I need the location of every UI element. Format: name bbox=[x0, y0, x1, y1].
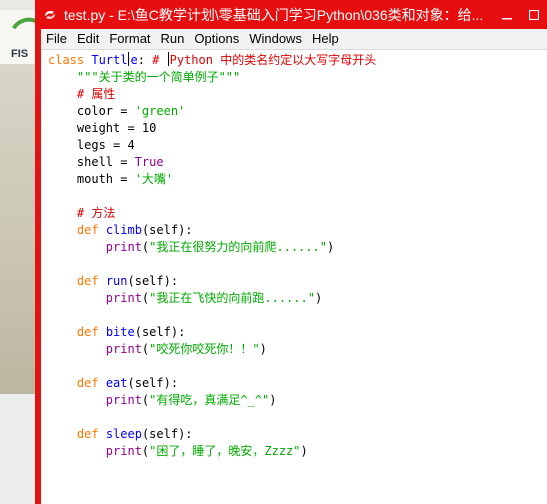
menu-windows[interactable]: Windows bbox=[244, 29, 307, 49]
keyword-class: class bbox=[48, 53, 85, 67]
title-bar[interactable]: test.py - E:\鱼C教学计划\零基础入门学习Python\036类和对… bbox=[35, 0, 547, 29]
print-close: ) bbox=[326, 240, 335, 254]
print-builtin: print bbox=[105, 342, 142, 356]
text-cursor-secondary bbox=[167, 52, 169, 66]
code-line: # 属性 bbox=[48, 86, 376, 103]
print-close: ) bbox=[269, 393, 277, 407]
docstring: """关于类的一个简单例子""" bbox=[76, 70, 241, 84]
color-value: 'green' bbox=[134, 104, 186, 118]
method-name-eat: eat bbox=[98, 376, 128, 390]
shell-assign: shell = bbox=[76, 155, 135, 169]
method-name-bite: bite bbox=[98, 325, 135, 339]
idle-editor-window: test.py - E:\鱼C教学计划\零基础入门学习Python\036类和对… bbox=[35, 0, 547, 504]
weight-assign: weight = 10 bbox=[76, 121, 157, 135]
code-line: legs = 4 bbox=[48, 137, 376, 154]
code-line: shell = True bbox=[48, 154, 376, 171]
maximize-icon[interactable] bbox=[520, 0, 547, 29]
print-builtin: print bbox=[105, 393, 142, 407]
code-line: print("我正在很努力的向前爬......") bbox=[105, 240, 335, 254]
menu-edit[interactable]: Edit bbox=[72, 29, 104, 49]
code-line: print("咬死你咬死你！！") bbox=[105, 342, 267, 356]
code-line: print("困了，睡了，晚安，Zzzz") bbox=[105, 444, 308, 458]
keyword-def: def bbox=[76, 427, 99, 441]
mouth-value: '大嘴' bbox=[134, 172, 174, 186]
print-string-climb: "我正在很努力的向前爬......" bbox=[149, 240, 327, 254]
code-line: def bite(self): bbox=[48, 324, 376, 341]
code-line: """关于类的一个简单例子""" bbox=[48, 69, 376, 86]
class-comment: Python 中的类名约定以大写字母开头 bbox=[169, 53, 377, 67]
method-signature: (self): bbox=[141, 223, 193, 237]
menu-run[interactable]: Run bbox=[156, 29, 190, 49]
method-signature: (self): bbox=[141, 427, 193, 441]
menu-format[interactable]: Format bbox=[104, 29, 155, 49]
code-line: def sleep(self): bbox=[48, 426, 376, 443]
print-close: ) bbox=[314, 291, 323, 305]
code-line: print("我正在飞快的向前跑......") bbox=[105, 291, 323, 305]
code-line: class Turtl e: # Python 中的类名约定以大写字母开头 bbox=[48, 52, 376, 69]
class-colon: : bbox=[137, 53, 153, 67]
keyword-def: def bbox=[76, 223, 99, 237]
print-string-run: "我正在飞快的向前跑......" bbox=[149, 291, 315, 305]
menu-options[interactable]: Options bbox=[189, 29, 244, 49]
method-name-climb: climb bbox=[98, 223, 142, 237]
methods-comment: # 方法 bbox=[76, 206, 116, 220]
code-editor[interactable]: class Turtl e: # Python 中的类名约定以大写字母开头 """… bbox=[41, 50, 547, 504]
class-comment-hash: # bbox=[152, 53, 167, 67]
mouth-assign: mouth = bbox=[76, 172, 135, 186]
code-line: def eat(self): bbox=[48, 375, 376, 392]
print-close: ) bbox=[259, 342, 267, 356]
keyword-def: def bbox=[76, 274, 99, 288]
print-string-sleep: "困了，睡了，晚安，Zzzz" bbox=[149, 444, 301, 458]
python-idle-icon bbox=[42, 7, 58, 23]
keyword-def: def bbox=[76, 325, 99, 339]
menu-help[interactable]: Help bbox=[307, 29, 344, 49]
print-builtin: print bbox=[105, 240, 142, 254]
attributes-comment: # 属性 bbox=[76, 87, 116, 101]
menu-file[interactable]: File bbox=[41, 29, 72, 49]
code-text: class Turtl e: # Python 中的类名约定以大写字母开头 """… bbox=[48, 52, 376, 460]
print-close: ) bbox=[300, 444, 308, 458]
method-name-sleep: sleep bbox=[98, 427, 142, 441]
color-assign: color = bbox=[76, 104, 135, 118]
class-name-end: e bbox=[130, 53, 138, 67]
print-string-eat: "有得吃，真满足^_^" bbox=[149, 393, 270, 407]
keyword-def: def bbox=[76, 376, 99, 390]
window-controls bbox=[493, 0, 547, 29]
print-builtin: print bbox=[105, 444, 142, 458]
logo-text: FIS bbox=[11, 48, 29, 60]
shell-value: True bbox=[134, 155, 164, 169]
code-line: # 方法 bbox=[48, 205, 376, 222]
print-string-bite: "咬死你咬死你！！" bbox=[149, 342, 260, 356]
print-builtin: print bbox=[105, 291, 142, 305]
method-signature: (self): bbox=[134, 325, 186, 339]
code-line: def run(self): bbox=[48, 273, 376, 290]
legs-assign: legs = 4 bbox=[76, 138, 135, 152]
method-signature: (self): bbox=[127, 376, 179, 390]
background-logo: FIS bbox=[0, 10, 48, 66]
code-line: def climb(self): bbox=[48, 222, 376, 239]
method-signature: (self): bbox=[127, 274, 179, 288]
window-title: test.py - E:\鱼C教学计划\零基础入门学习Python\036类和对… bbox=[64, 6, 484, 23]
menu-bar: File Edit Format Run Options Windows Hel… bbox=[41, 29, 547, 50]
method-name-run: run bbox=[98, 274, 128, 288]
code-line: color = 'green' bbox=[48, 103, 376, 120]
code-line: print("有得吃，真满足^_^") bbox=[105, 393, 277, 407]
class-name: Turtl bbox=[84, 53, 128, 67]
code-line: weight = 10 bbox=[48, 120, 376, 137]
minimize-icon[interactable] bbox=[493, 0, 520, 29]
code-line: mouth = '大嘴' bbox=[48, 171, 376, 188]
